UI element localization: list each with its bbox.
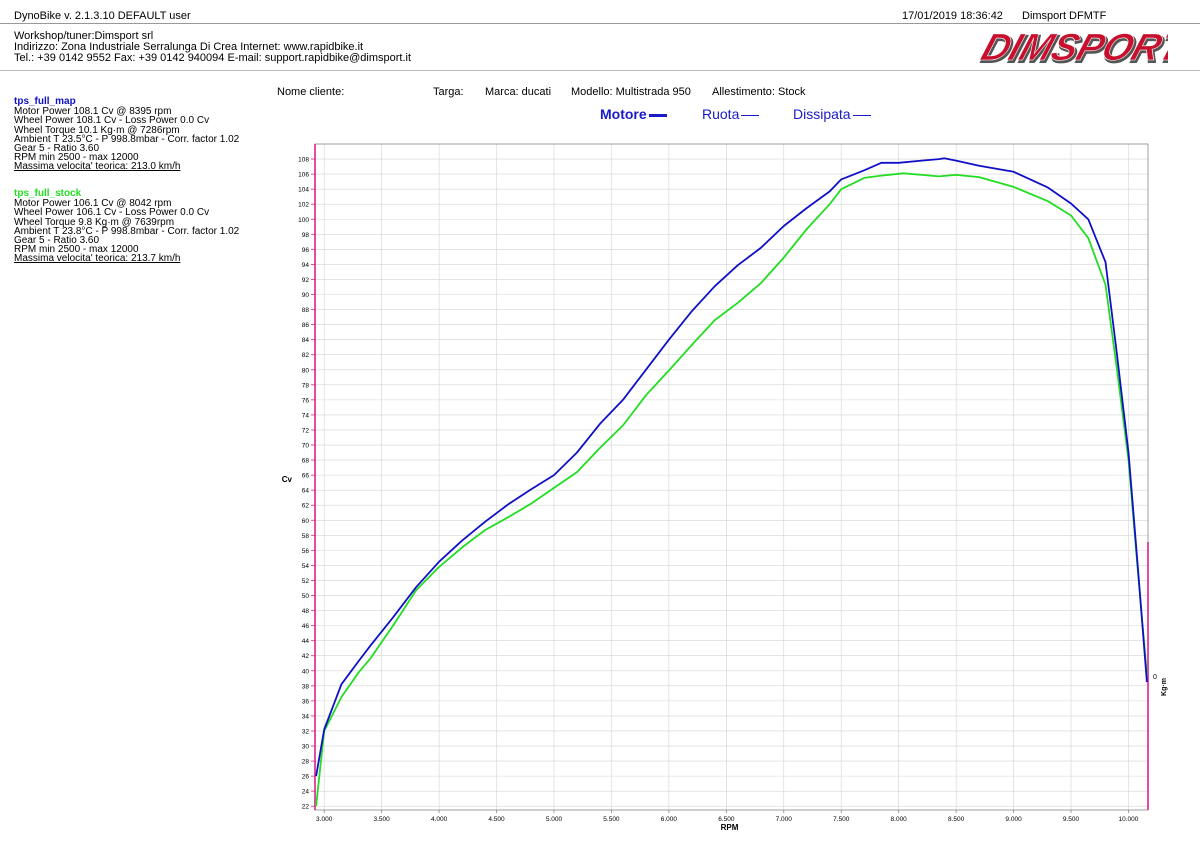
x-tick-label: 3.500	[373, 816, 390, 823]
y-tick-label: 38	[302, 683, 310, 690]
y-tick-label: 80	[302, 367, 310, 374]
y-tick-label: 54	[302, 563, 310, 570]
x-tick-label: 3.000	[316, 816, 333, 823]
y-tick-label: 108	[298, 157, 309, 164]
x-tick-label: 6.000	[661, 816, 678, 823]
y-tick-label: 106	[298, 172, 309, 179]
y-tick-label: 72	[302, 427, 310, 434]
y-tick-label: 98	[302, 232, 310, 239]
x-tick-label: 5.000	[546, 816, 563, 823]
y-axis-label: Cv	[282, 475, 293, 484]
y-tick-label: 84	[302, 337, 310, 344]
y-tick-label: 76	[302, 397, 310, 404]
x-tick-label: 6.500	[718, 816, 735, 823]
y-tick-label: 22	[302, 804, 310, 811]
y-tick-label: 74	[302, 412, 310, 419]
y-tick-label: 82	[302, 352, 310, 359]
y-tick-label: 46	[302, 623, 310, 630]
plot-frame	[314, 143, 1149, 811]
x-tick-label: 4.000	[431, 816, 448, 823]
x-axis-label: RPM	[721, 823, 739, 832]
y-tick-label: 24	[302, 789, 310, 796]
x-tick-label: 9.000	[1005, 816, 1022, 823]
y-axis-right-label: Kg·m	[1161, 678, 1168, 696]
y-tick-label: 88	[302, 307, 310, 314]
y-tick-label: 64	[302, 488, 310, 495]
x-tick-label: 8.000	[891, 816, 908, 823]
y-tick-label: 102	[298, 202, 309, 209]
y-tick-label: 36	[302, 698, 310, 705]
y-right-tick-label: 0	[1153, 674, 1157, 681]
y-tick-label: 92	[302, 277, 310, 284]
y-tick-label: 104	[298, 187, 309, 194]
y-tick-label: 60	[302, 518, 310, 525]
y-tick-label: 86	[302, 322, 310, 329]
y-tick-label: 28	[302, 759, 310, 766]
y-tick-label: 78	[302, 382, 310, 389]
y-tick-label: 96	[302, 247, 310, 254]
y-tick-label: 66	[302, 473, 310, 480]
dyno-chart: 22 24 26 28 30 32 34 36 38 40 42 44 46 48 50 52 54 56 58 60…	[282, 143, 1168, 832]
x-tick-label: 4.500	[488, 816, 505, 823]
x-tick-label: 5.500	[603, 816, 620, 823]
x-tick-label: 7.500	[833, 816, 850, 823]
y-tick-label: 50	[302, 593, 310, 600]
x-tick-label: 9.500	[1063, 816, 1080, 823]
x-tick-label: 10.000	[1119, 816, 1139, 823]
y-tick-label: 62	[302, 503, 310, 510]
y-tick-label: 58	[302, 533, 310, 540]
y-tick-label: 90	[302, 292, 310, 299]
y-tick-label: 34	[302, 713, 310, 720]
y-tick-label: 70	[302, 443, 310, 450]
y-tick-label: 94	[302, 262, 310, 269]
y-tick-label: 68	[302, 458, 310, 465]
y-tick-label: 40	[302, 668, 310, 675]
y-tick-label: 48	[302, 608, 310, 615]
y-tick-label: 26	[302, 774, 310, 781]
series-line-tps_full_map	[315, 157, 1148, 777]
y-tick-label: 56	[302, 548, 310, 555]
y-tick-label: 52	[302, 578, 310, 585]
y-tick-label: 30	[302, 744, 310, 751]
x-tick-label: 8.500	[948, 816, 965, 823]
series-line-tps_full_stock	[315, 172, 1148, 807]
x-tick-label: 7.000	[776, 816, 793, 823]
y-tick-label: 32	[302, 728, 310, 735]
y-tick-label: 44	[302, 638, 310, 645]
y-tick-label: 100	[298, 217, 309, 224]
y-tick-label: 42	[302, 653, 310, 660]
